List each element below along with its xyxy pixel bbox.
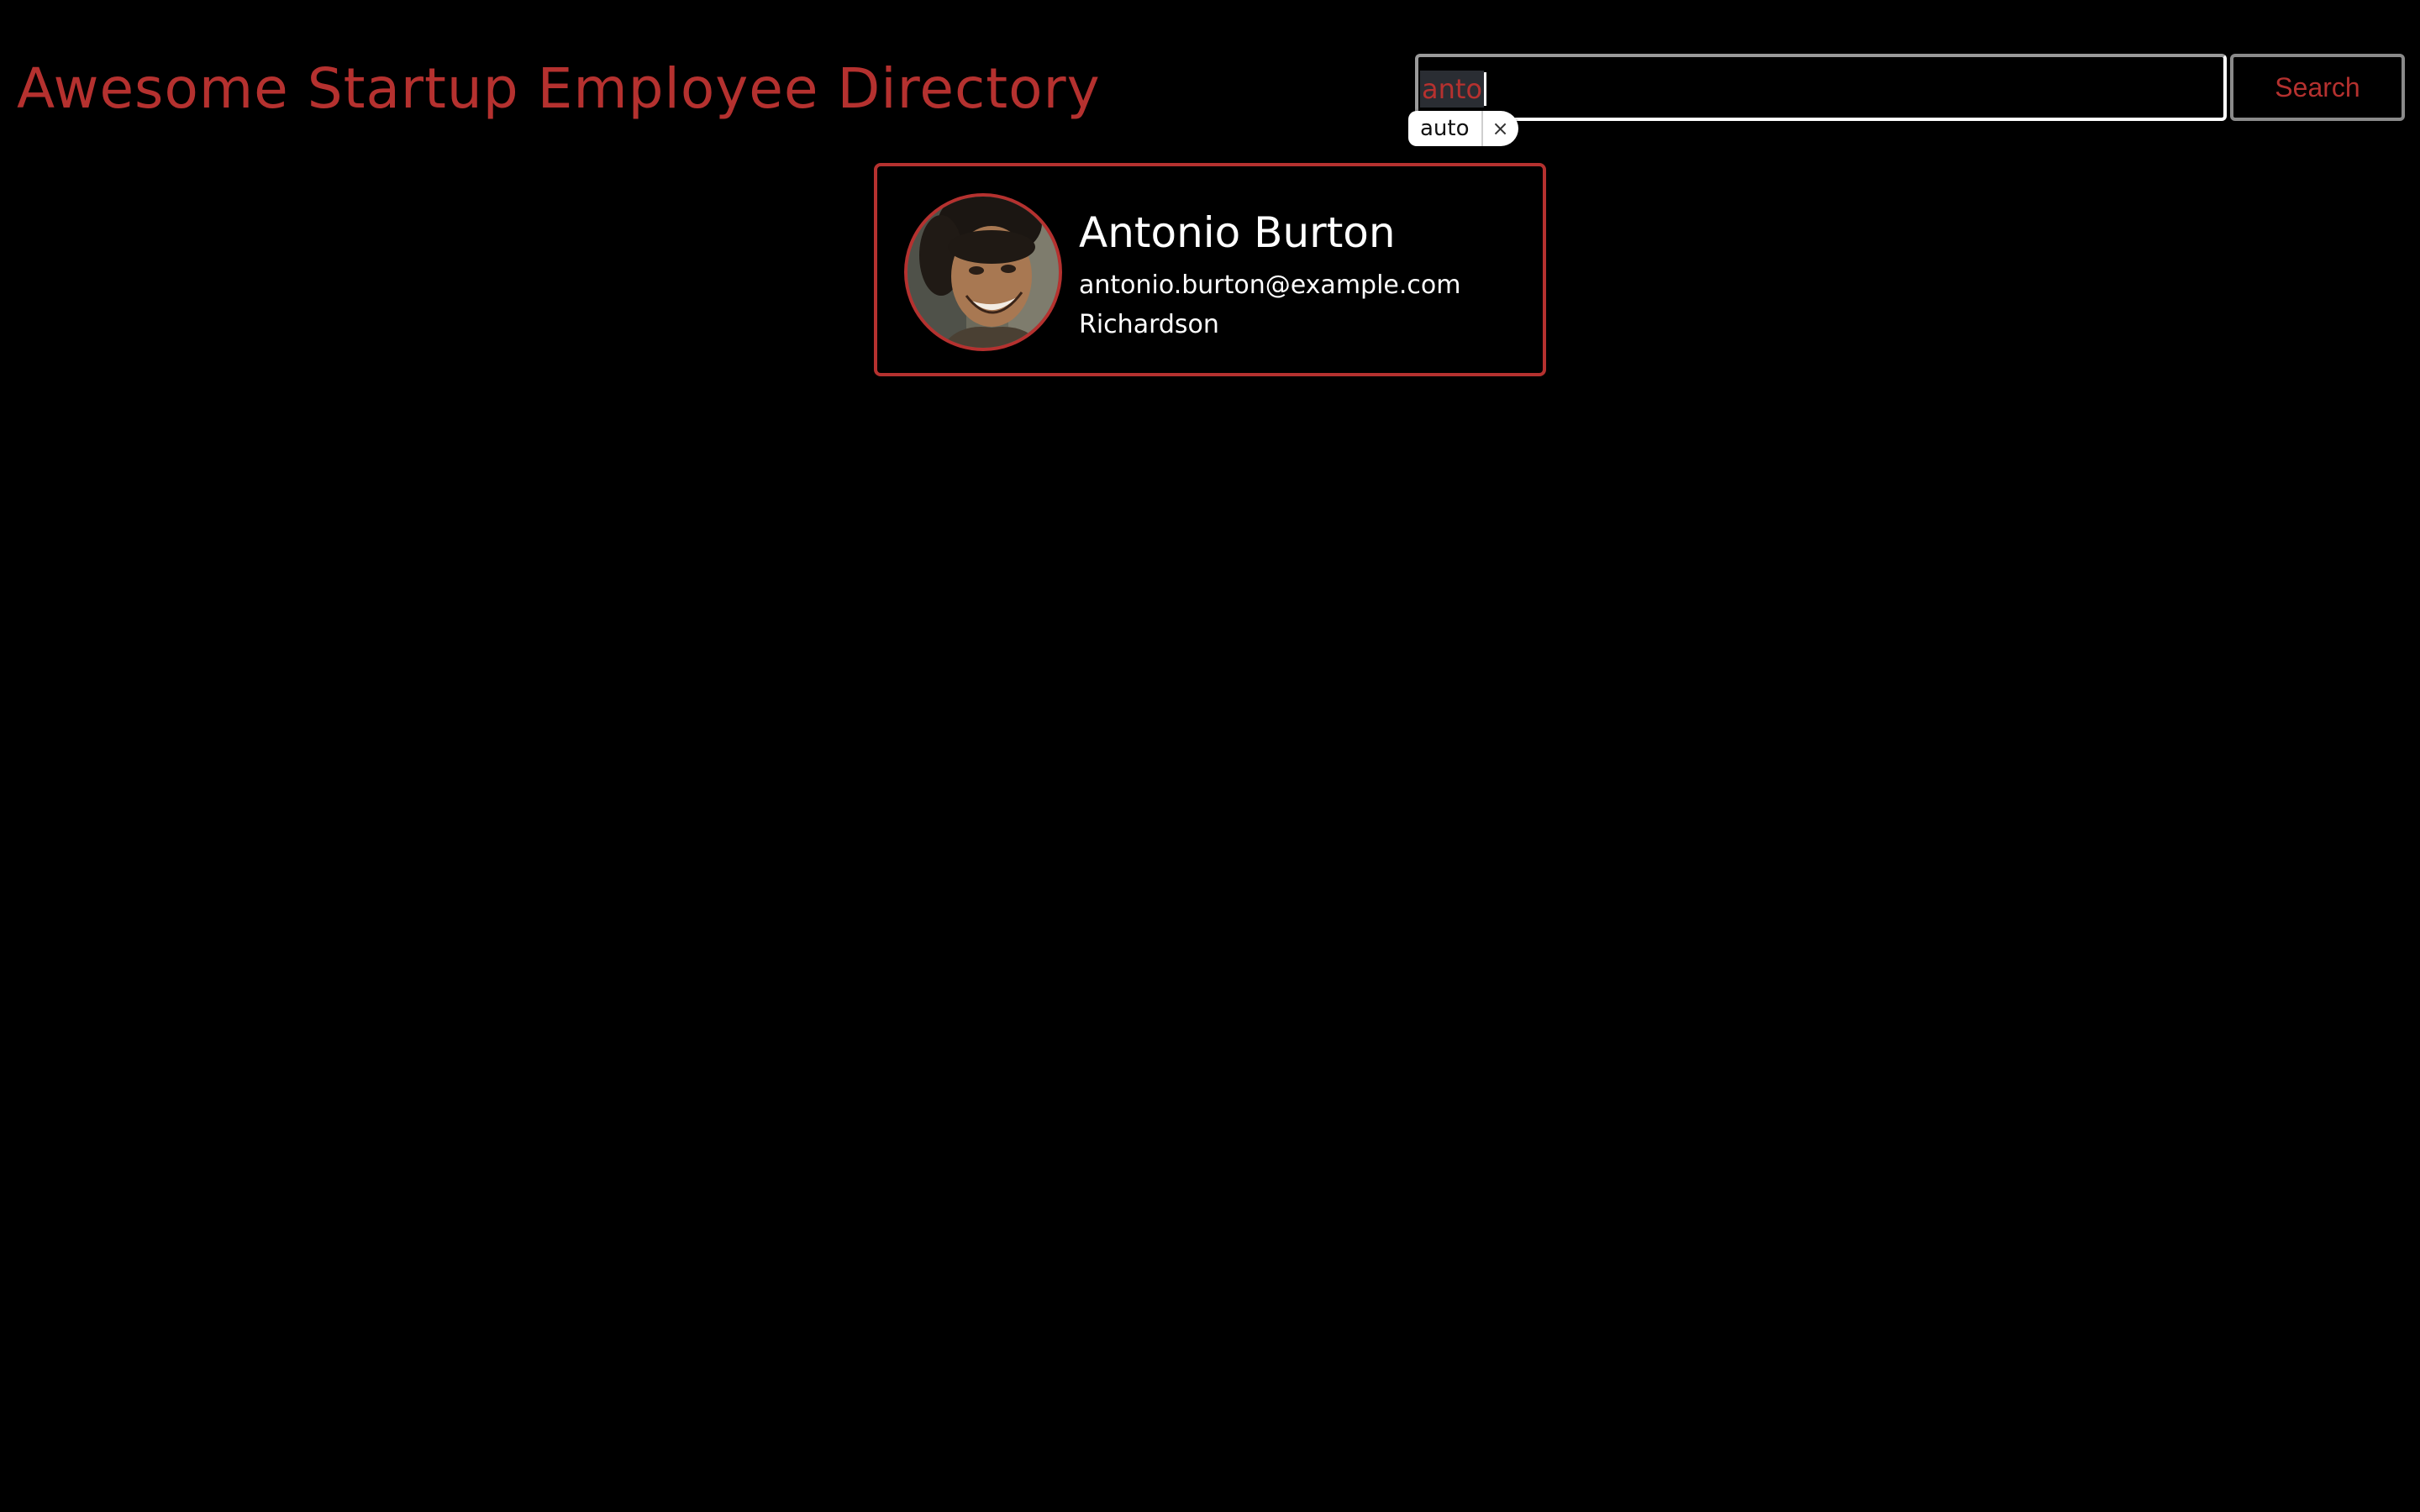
employee-email: antonio.burton@example.com [1079,270,1461,300]
search-button[interactable]: Search [2230,54,2405,121]
search-form: anto Search [1415,54,2405,121]
employee-name: Antonio Burton [1079,208,1396,257]
close-icon[interactable]: × [1481,111,1518,146]
autofill-suggestion-chip[interactable]: auto × [1408,111,1518,146]
employee-location: Richardson [1079,310,1219,339]
search-input[interactable]: anto [1415,54,2227,121]
page-title: Awesome Startup Employee Directory [17,56,1101,121]
employee-card[interactable]: Antonio Burton antonio.burton@example.co… [874,163,1546,376]
autofill-suggestion-text[interactable]: auto [1408,111,1481,146]
search-input-value: anto [1420,71,1485,108]
avatar-photo [908,197,1059,348]
avatar [904,193,1062,351]
text-caret [1484,72,1486,106]
